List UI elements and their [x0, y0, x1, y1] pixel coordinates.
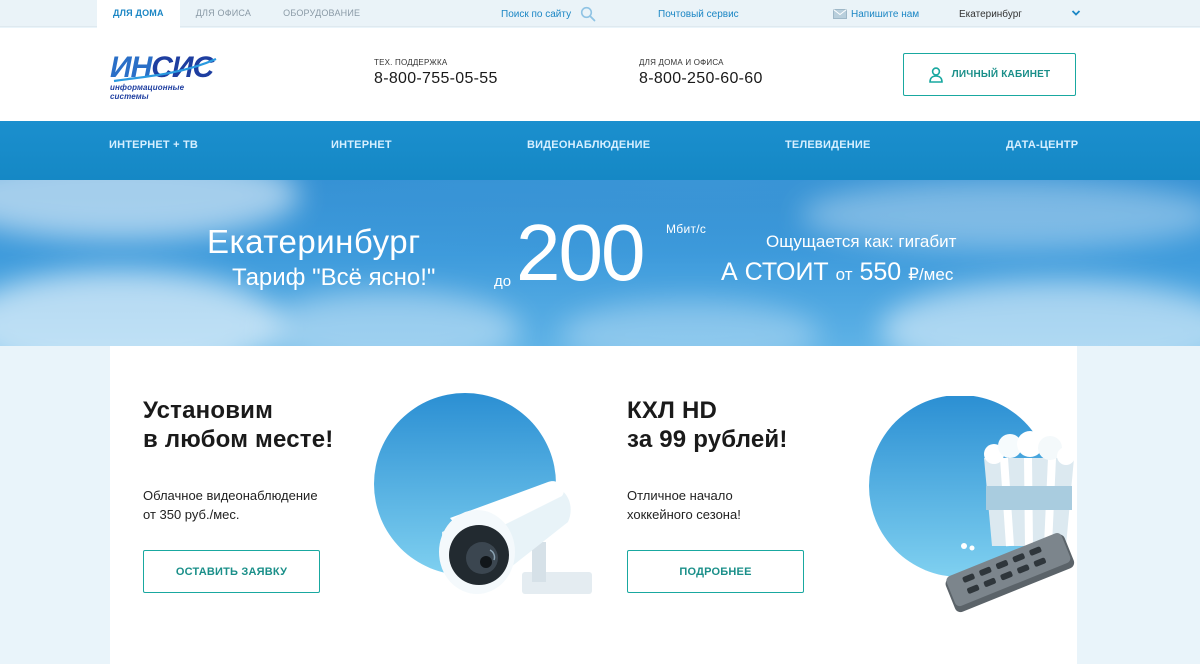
segment-tabs: Для дома Для офиса Оборудование: [97, 0, 376, 28]
search-link[interactable]: Поиск по сайту: [501, 0, 571, 27]
card-khl-desc-line2: хоккейного сезона!: [627, 507, 741, 522]
nav-internet[interactable]: Интернет: [331, 121, 392, 180]
tab-equipment[interactable]: Оборудование: [267, 0, 376, 27]
tab-office[interactable]: Для офиса: [180, 0, 267, 27]
sales-phone[interactable]: 8-800-250-60-60: [639, 70, 763, 88]
support-label: Тех. поддержка: [374, 58, 448, 67]
banner-feels-like: Ощущается как: гигабит: [766, 232, 957, 251]
banner-tariff: Тариф "Всё ясно!": [232, 264, 436, 291]
card-surveillance-title-line1: Установим: [143, 397, 274, 424]
card-surveillance-desc-line1: Облачное видеонаблюдение: [143, 488, 318, 503]
banner-cloud: [260, 290, 520, 346]
city-select-value: Екатеринбург: [959, 9, 1022, 20]
header: ИНСИС информационные системы Тех. поддер…: [0, 28, 1200, 121]
main-nav: Интернет + ТВ Интернет Видеонаблюдение Т…: [0, 121, 1200, 180]
popcorn-remote-illustration: [869, 396, 1075, 613]
banner-price: А СТОИТ от 550 ₽/мес: [721, 258, 953, 287]
security-camera-illustration: [374, 393, 592, 594]
card-khl-desc: Отличное начало хоккейного сезона!: [627, 486, 741, 524]
promo-cards: Установим в любом месте! Облачное видеон…: [110, 346, 1077, 664]
sales-phone-block: Для дома и офиса 8-800-250-60-60: [639, 58, 763, 88]
top-bar: Для дома Для офиса Оборудование Поиск по…: [0, 0, 1200, 28]
promo-banner[interactable]: Екатеринбург Тариф "Всё ясно!" до 200 Мб…: [0, 180, 1200, 346]
nav-data-center[interactable]: Дата-центр: [1006, 121, 1078, 180]
banner-price-value: 550: [859, 258, 902, 286]
write-us-link[interactable]: Напишите нам: [851, 0, 919, 27]
banner-speed-unit: Мбит/с: [666, 222, 707, 236]
user-icon: [928, 66, 943, 83]
card-surveillance-title: Установим в любом месте!: [143, 396, 333, 454]
nav-video-surveillance[interactable]: Видеонаблюдение: [527, 121, 650, 180]
more-details-button[interactable]: Подробнее: [627, 550, 804, 593]
search-icon[interactable]: [580, 6, 596, 22]
card-khl-title-line2: за 99 рублей!: [627, 426, 788, 453]
card-khl-title: КХЛ HD за 99 рублей!: [627, 396, 788, 454]
logo-swoosh: [113, 57, 217, 83]
banner-speed-prefix: до: [494, 273, 512, 290]
nav-television[interactable]: Телевидение: [785, 121, 871, 180]
card-khl-desc-line1: Отличное начало: [627, 488, 733, 503]
banner-price-unit: ₽/мес: [908, 265, 954, 284]
banner-city: Екатеринбург: [207, 223, 421, 260]
support-phone-block: Тех. поддержка 8-800-755-05-55: [374, 58, 498, 88]
city-select[interactable]: Екатеринбург: [959, 0, 1081, 27]
chevron-down-icon: [1071, 10, 1081, 16]
card-surveillance-desc: Облачное видеонаблюдение от 350 руб./мес…: [143, 486, 318, 524]
sales-label: Для дома и офиса: [639, 58, 724, 67]
personal-account-button[interactable]: Личный кабинет: [903, 53, 1076, 96]
mail-service-link[interactable]: Почтовый сервис: [658, 0, 739, 27]
tab-home[interactable]: Для дома: [97, 0, 180, 28]
card-khl-title-line1: КХЛ HD: [627, 397, 718, 424]
personal-account-label: Личный кабинет: [951, 69, 1051, 80]
leave-request-button[interactable]: Оставить заявку: [143, 550, 320, 593]
nav-internet-tv[interactable]: Интернет + ТВ: [109, 121, 198, 180]
banner-price-from: от: [835, 265, 853, 284]
banner-cloud: [560, 300, 820, 346]
support-phone[interactable]: 8-800-755-05-55: [374, 70, 498, 88]
logo[interactable]: ИНСИС информационные системы: [110, 53, 220, 101]
envelope-icon: [833, 9, 847, 19]
card-surveillance-title-line2: в любом месте!: [143, 426, 334, 453]
banner-speed: 200: [516, 208, 645, 297]
banner-price-text: А СТОИТ: [721, 258, 829, 286]
banner-cloud: [880, 280, 1200, 346]
card-surveillance-desc-line2: от 350 руб./мес.: [143, 507, 240, 522]
